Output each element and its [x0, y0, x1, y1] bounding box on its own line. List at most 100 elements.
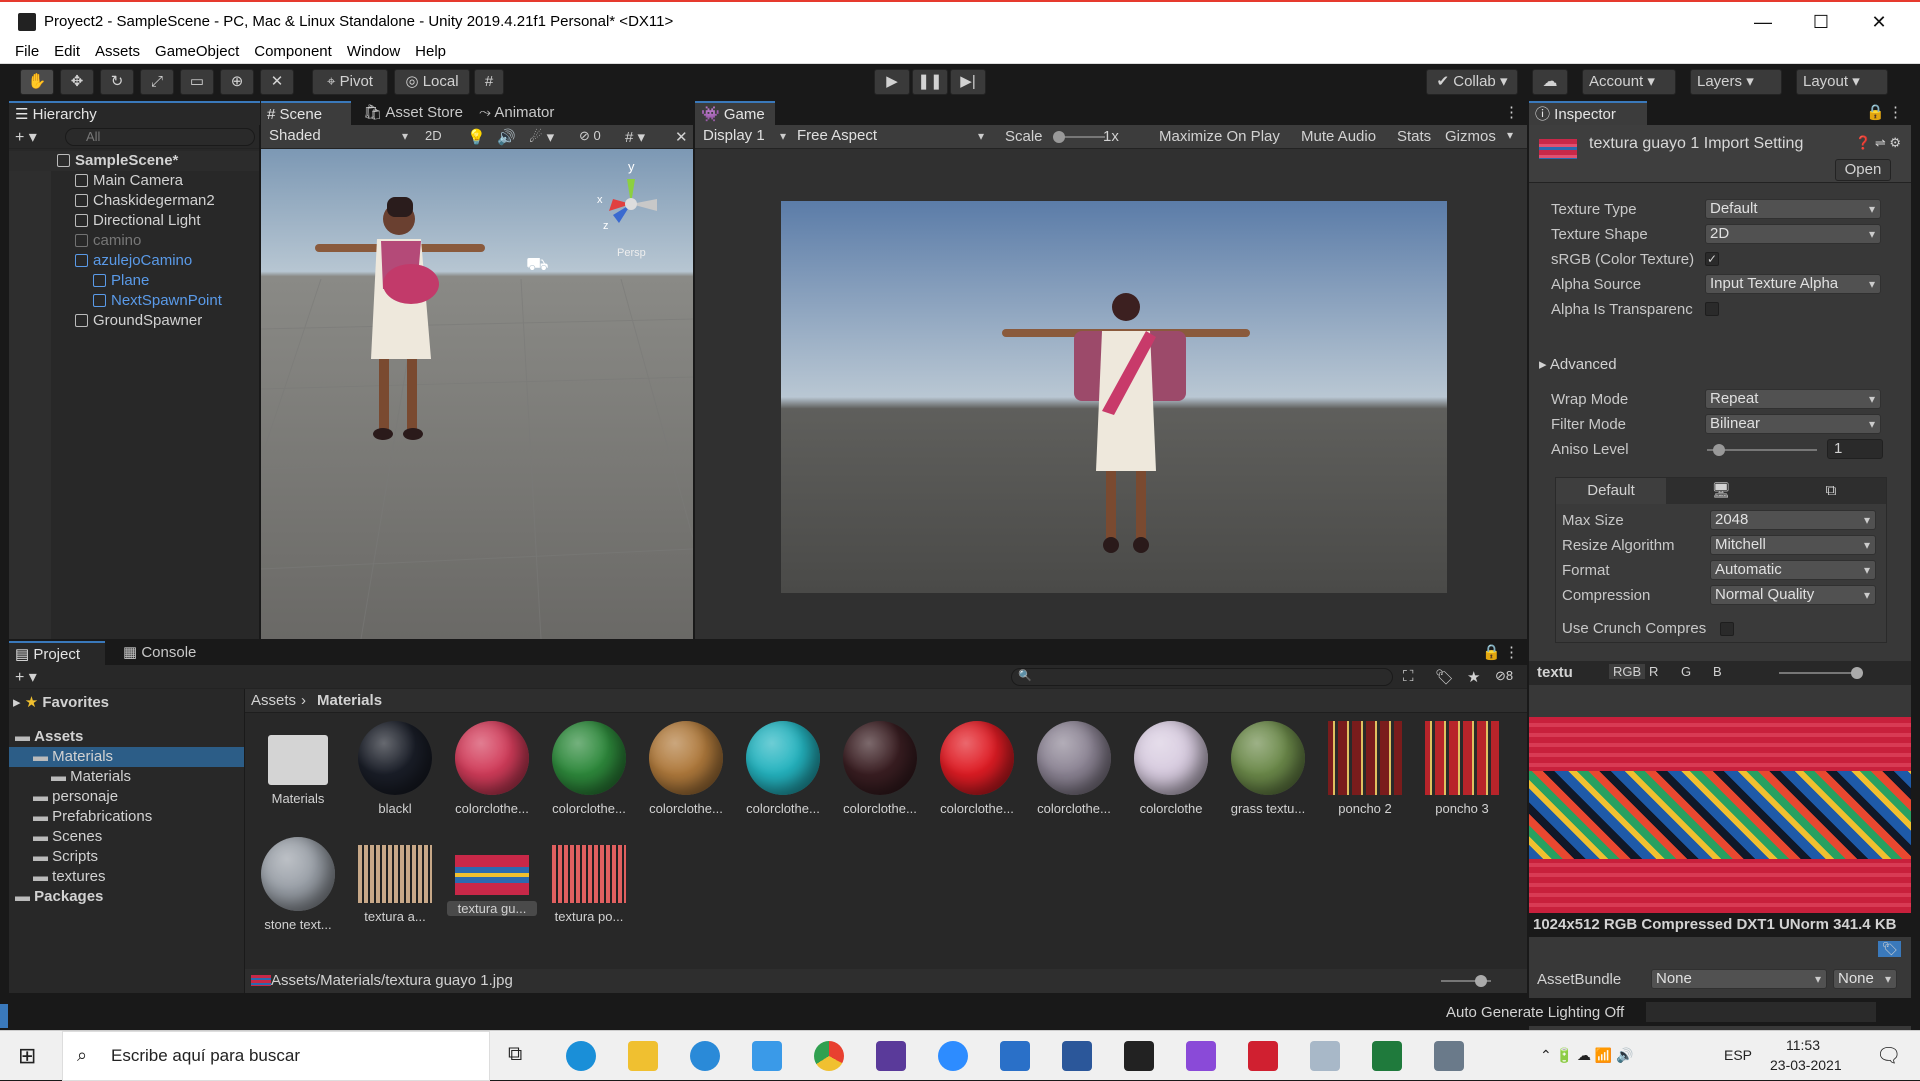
mip-slider[interactable]	[1779, 667, 1863, 679]
lighting-toggle-icon[interactable]: 💡	[467, 128, 486, 146]
menu-component[interactable]: Component	[239, 40, 332, 60]
asset-item[interactable]: colorclothe	[1126, 721, 1216, 816]
tab-project[interactable]: ▤ Project	[9, 641, 105, 665]
collab-dropdown[interactable]: ✔ Collab ▾	[1426, 69, 1518, 95]
tab-inspector[interactable]: ⓘ Inspector	[1529, 101, 1647, 125]
app-icon[interactable]	[1434, 1041, 1464, 1071]
minimize-button[interactable]: —	[1740, 8, 1786, 36]
asset-item[interactable]: colorclothe...	[932, 721, 1022, 816]
system-tray-icons[interactable]: ⌃ 🔋 ☁ 📶 🔊	[1540, 1047, 1634, 1064]
stats-toggle[interactable]: Stats	[1397, 128, 1431, 145]
platform-tab-default[interactable]: Default	[1556, 478, 1666, 504]
breadcrumb-materials[interactable]: Materials	[317, 692, 382, 709]
step-button[interactable]: ▶|	[950, 69, 986, 95]
shading-mode-dropdown[interactable]: Shaded	[265, 127, 413, 147]
hierarchy-item[interactable]: camino	[9, 231, 259, 251]
folder-tree-item[interactable]: ▬ textures	[9, 867, 244, 887]
lighting-status[interactable]: Auto Generate Lighting Off	[1446, 1004, 1624, 1021]
edge-icon[interactable]	[566, 1041, 596, 1071]
channel-r[interactable]: R	[1649, 664, 1658, 679]
channel-rgb[interactable]: RGB	[1609, 664, 1646, 679]
asset-item[interactable]: textura gu...	[447, 837, 537, 916]
favorites-row[interactable]: ▸ ★ Favorites	[9, 693, 244, 713]
asset-item[interactable]: poncho 2	[1320, 721, 1410, 816]
asset-item[interactable]: grass textu...	[1223, 721, 1313, 816]
open-button[interactable]: Open	[1835, 159, 1891, 181]
layout-dropdown[interactable]: Layout ▾	[1796, 69, 1888, 95]
account-dropdown[interactable]: Account ▾	[1582, 69, 1676, 95]
asset-item[interactable]: textura a...	[350, 837, 440, 924]
notifications-icon[interactable]: 🗨	[1876, 1043, 1901, 1068]
project-create-icon[interactable]: + ▾	[15, 667, 37, 687]
local-toggle[interactable]: ◎ Local	[394, 69, 470, 95]
rotate-tool-button[interactable]: ↻	[100, 69, 134, 95]
tab-asset-store[interactable]: 🛍 Asset Store	[357, 101, 469, 125]
platform-row-dropdown[interactable]: Normal Quality	[1710, 585, 1876, 605]
inspector-header-icons[interactable]: ❓ ⇌ ⚙	[1855, 135, 1901, 151]
inspector-row-checkbox[interactable]: ✓	[1705, 252, 1719, 266]
icon-size-slider[interactable]	[1441, 975, 1491, 987]
chrome-icon[interactable]	[814, 1041, 844, 1071]
cloud-button[interactable]: ☁	[1532, 69, 1568, 95]
asset-item[interactable]: colorclothe...	[738, 721, 828, 816]
scene-viewport[interactable]: y x z Persp ⛟	[261, 149, 693, 639]
maximize-on-play-toggle[interactable]: Maximize On Play	[1159, 128, 1280, 145]
label-tag-icon[interactable]: 🏷	[1878, 941, 1901, 957]
asset-item[interactable]: colorclothe...	[641, 721, 731, 816]
audio-toggle-icon[interactable]: 🔊	[497, 128, 516, 146]
hierarchy-item[interactable]: NextSpawnPoint	[9, 291, 259, 311]
folder-tree-item[interactable]: ▬ Scripts	[9, 847, 244, 867]
clock-date[interactable]: 23-03-2021	[1770, 1057, 1842, 1073]
hand-tool-button[interactable]: ✋	[20, 69, 54, 95]
wrap-mode-dropdown[interactable]: Repeat	[1705, 389, 1881, 409]
asset-item[interactable]: Materials	[253, 721, 343, 806]
channel-g[interactable]: G	[1681, 664, 1691, 679]
jw-player-icon[interactable]	[876, 1041, 906, 1071]
menu-gameobject[interactable]: GameObject	[140, 40, 239, 60]
inspector-row-dropdown[interactable]: Input Texture Alpha	[1705, 274, 1881, 294]
aniso-level-input[interactable]: 1	[1827, 439, 1883, 459]
advanced-foldout[interactable]: ▸ Advanced	[1539, 355, 1617, 373]
filter-mode-dropdown[interactable]: Bilinear	[1705, 414, 1881, 434]
inspector-row-checkbox[interactable]	[1705, 302, 1719, 316]
taskbar-search-box[interactable]: ⌕ Escribe aquí para buscar	[62, 1031, 490, 1081]
hierarchy-item[interactable]: Plane	[9, 271, 259, 291]
asset-item[interactable]: textura po...	[544, 837, 634, 924]
menu-assets[interactable]: Assets	[80, 40, 140, 60]
aniso-level-slider[interactable]	[1707, 444, 1817, 456]
menu-edit[interactable]: Edit	[39, 40, 80, 60]
asset-item[interactable]: stone text...	[253, 837, 343, 932]
gizmos-dropdown[interactable]: Gizmos	[1445, 128, 1496, 145]
asset-item[interactable]: colorclothe...	[447, 721, 537, 816]
grid-toggle-icon[interactable]: # ▾	[625, 128, 645, 146]
hidden-objects-icon[interactable]: ⊘ 0	[579, 128, 601, 144]
play-button[interactable]: ▶	[874, 69, 910, 95]
mail-icon[interactable]	[1000, 1041, 1030, 1071]
safari-icon[interactable]	[690, 1041, 720, 1071]
lock-icon[interactable]: 🔒	[1866, 103, 1885, 121]
gizmos-arrow-icon[interactable]: ▾	[1507, 128, 1513, 142]
layers-dropdown[interactable]: Layers ▾	[1690, 69, 1782, 95]
folder-tree-item[interactable]: ▬ Materials	[9, 747, 244, 767]
move-tool-button[interactable]: ✥	[60, 69, 94, 95]
grid-snap-button[interactable]: #	[474, 69, 504, 95]
hidden-packages-icon[interactable]: ⊘8	[1495, 668, 1513, 684]
scene-tools-icon[interactable]: ✕	[675, 128, 688, 146]
favorites-star-icon[interactable]: ★	[1467, 668, 1480, 686]
persp-label[interactable]: Persp	[617, 247, 646, 259]
hierarchy-item[interactable]: GroundSpawner	[9, 311, 259, 331]
file-explorer-icon[interactable]	[628, 1041, 658, 1071]
menu-window[interactable]: Window	[332, 40, 400, 60]
custom-tool-button[interactable]: ✕	[260, 69, 294, 95]
assetbundle-dropdown[interactable]: None	[1651, 969, 1827, 989]
breadcrumb-assets[interactable]: Assets	[251, 692, 296, 709]
inspector-menu-icon[interactable]: ⋮	[1888, 103, 1903, 121]
unity-taskbar-icon[interactable]	[1124, 1041, 1154, 1071]
filter-type-icon[interactable]: ⛶	[1403, 668, 1414, 685]
pause-button[interactable]: ❚❚	[912, 69, 948, 95]
display-dropdown[interactable]: Display 1	[699, 127, 791, 147]
platform-tab-webgl-icon[interactable]: ⧉	[1776, 478, 1886, 504]
mcafee-icon[interactable]	[1248, 1041, 1278, 1071]
hierarchy-item[interactable]: Main Camera	[9, 171, 259, 191]
folder-tree-item[interactable]: ▬ Prefabrications	[9, 807, 244, 827]
